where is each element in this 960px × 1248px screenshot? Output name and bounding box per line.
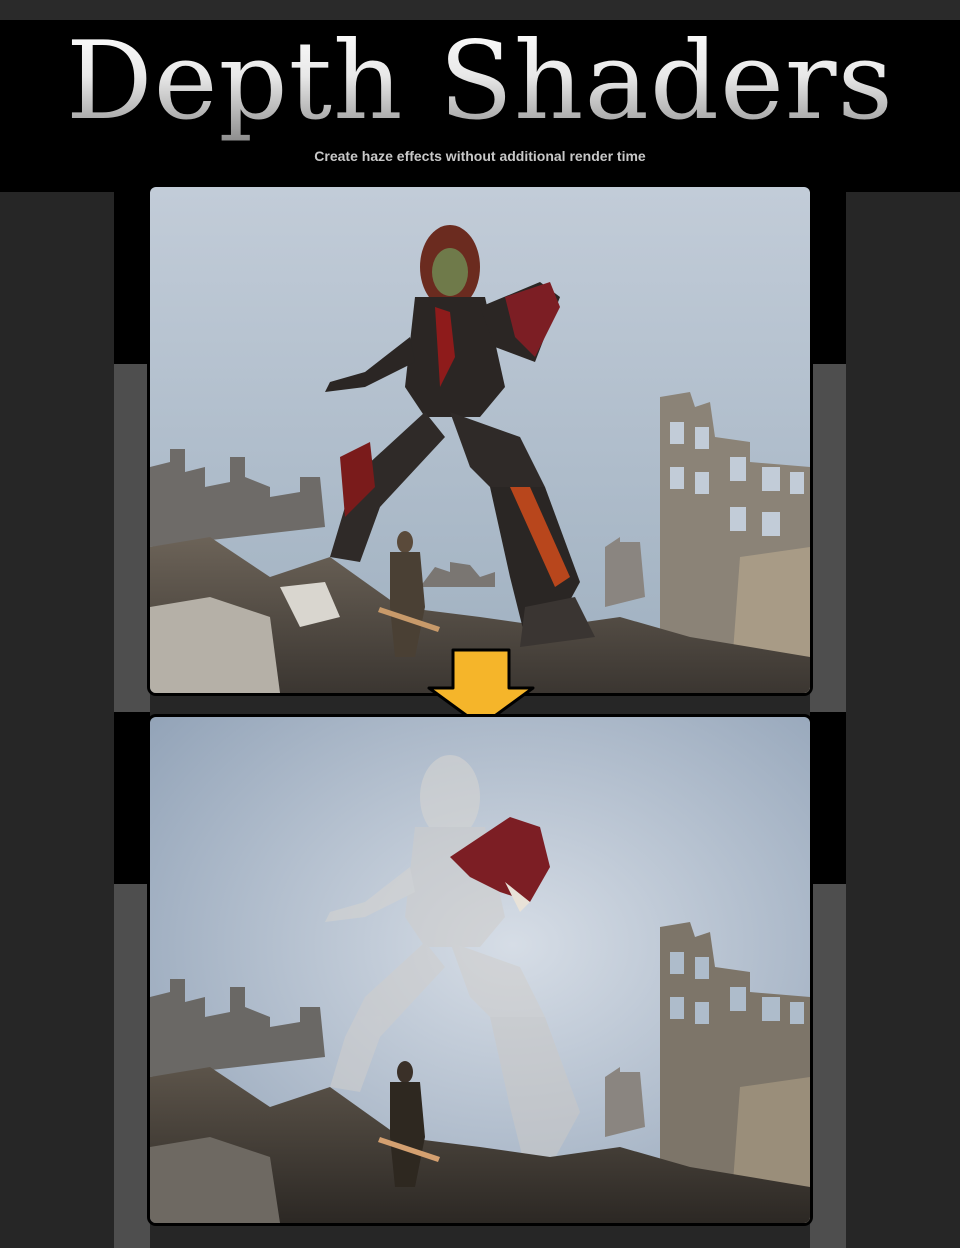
left-side-black-bottom — [114, 712, 150, 884]
right-side-black-bottom — [810, 712, 846, 884]
left-side-black-top — [114, 192, 150, 364]
render-before — [147, 184, 813, 696]
right-side-gray-top — [810, 364, 846, 712]
page-subtitle: Create haze effects without additional r… — [314, 148, 646, 164]
top-strip — [0, 0, 960, 20]
right-side-gray-bottom — [810, 884, 846, 1248]
render-after — [147, 714, 813, 1226]
left-side-gray-bottom — [114, 884, 150, 1248]
page-title: Depth Shaders — [0, 22, 960, 142]
left-side-gray-top — [114, 364, 150, 712]
right-side-black-top — [810, 192, 846, 364]
